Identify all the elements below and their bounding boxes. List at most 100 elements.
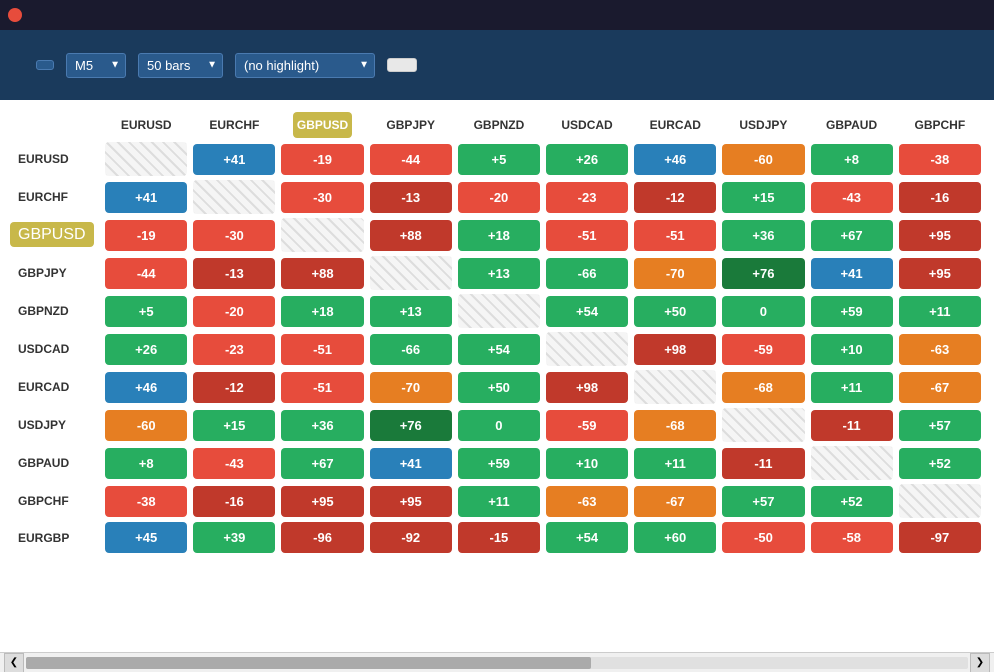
table-row: USDCAD+26-23-51-66+54+98-59+10-63 bbox=[10, 330, 984, 368]
cell-eurcad-gbpchf: -67 bbox=[896, 368, 984, 406]
cell-eurgbp-usdjpy: -50 bbox=[719, 520, 807, 555]
row-header-gbpjpy: GBPJPY bbox=[10, 254, 102, 292]
correlation-table: EURUSDEURCHFGBPUSDGBPJPYGBPNZDUSDCADEURC… bbox=[10, 110, 984, 555]
cell-eurgbp-gbpnzd: -15 bbox=[455, 520, 543, 555]
title-bar-left bbox=[8, 8, 28, 22]
cell-eurgbp-usdcad: +54 bbox=[543, 520, 631, 555]
cell-gbpnzd-gbpnzd bbox=[455, 292, 543, 330]
row-header-usdjpy: USDJPY bbox=[10, 406, 102, 444]
cell-gbpjpy-eurusd: -44 bbox=[102, 254, 190, 292]
cell-gbpusd-usdcad: -51 bbox=[543, 216, 631, 254]
cell-eurcad-usdjpy: -68 bbox=[719, 368, 807, 406]
cell-gbpusd-gbpchf: +95 bbox=[896, 216, 984, 254]
bars-select[interactable]: 50 bars 100 bars 200 bars bbox=[138, 53, 223, 78]
cell-usdcad-gbpchf: -63 bbox=[896, 330, 984, 368]
cell-gbpchf-eurchf: -16 bbox=[190, 482, 278, 520]
cell-eurgbp-eurcad: +60 bbox=[631, 520, 719, 555]
more-button[interactable] bbox=[36, 60, 54, 70]
cell-eurcad-eurusd: +46 bbox=[102, 368, 190, 406]
cell-gbpaud-eurusd: +8 bbox=[102, 444, 190, 482]
cell-usdjpy-eurchf: +15 bbox=[190, 406, 278, 444]
close-button[interactable] bbox=[940, 0, 986, 30]
cell-gbpjpy-gbpchf: +95 bbox=[896, 254, 984, 292]
cell-usdcad-eurchf: -23 bbox=[190, 330, 278, 368]
cell-eurgbp-eurchf: +39 bbox=[190, 520, 278, 555]
cell-gbpaud-gbpchf: +52 bbox=[896, 444, 984, 482]
cell-eurchf-gbpusd: -30 bbox=[278, 178, 366, 216]
cell-usdcad-gbpjpy: -66 bbox=[367, 330, 455, 368]
cell-gbpnzd-usdjpy: 0 bbox=[719, 292, 807, 330]
row-header-eurusd: EURUSD bbox=[10, 140, 102, 178]
cell-eurcad-gbpjpy: -70 bbox=[367, 368, 455, 406]
cell-usdcad-usdcad bbox=[543, 330, 631, 368]
cell-gbpusd-usdjpy: +36 bbox=[719, 216, 807, 254]
timeframe-select-wrapper[interactable]: M5 M1 M15 H1 bbox=[66, 53, 126, 78]
scrollbar-track[interactable] bbox=[26, 657, 968, 669]
cell-gbpusd-gbpaud: +67 bbox=[808, 216, 896, 254]
cell-eurcad-gbpusd: -51 bbox=[278, 368, 366, 406]
cell-gbpusd-eurusd: -19 bbox=[102, 216, 190, 254]
cell-gbpaud-gbpusd: +67 bbox=[278, 444, 366, 482]
cell-eurcad-eurchf: -12 bbox=[190, 368, 278, 406]
cell-eurchf-eurchf bbox=[190, 178, 278, 216]
cell-gbpjpy-gbpjpy bbox=[367, 254, 455, 292]
cell-eurgbp-gbpchf: -97 bbox=[896, 520, 984, 555]
title-bar bbox=[0, 0, 994, 30]
cell-gbpchf-gbpchf bbox=[896, 482, 984, 520]
cell-gbpaud-gbpjpy: +41 bbox=[367, 444, 455, 482]
row-header-eurcad: EURCAD bbox=[10, 368, 102, 406]
cell-gbpchf-eurusd: -38 bbox=[102, 482, 190, 520]
cell-eurchf-eurusd: +41 bbox=[102, 178, 190, 216]
scroll-left-button[interactable]: ❮ bbox=[4, 653, 24, 672]
scrollbar: ❮ ❯ bbox=[0, 652, 994, 672]
cell-gbpaud-eurcad: +11 bbox=[631, 444, 719, 482]
cell-gbpchf-eurcad: -67 bbox=[631, 482, 719, 520]
table-row: EURUSD+41-19-44+5+26+46-60+8-38 bbox=[10, 140, 984, 178]
cell-eurusd-gbpjpy: -44 bbox=[367, 140, 455, 178]
cell-eurchf-usdjpy: +15 bbox=[719, 178, 807, 216]
trade-list-button[interactable] bbox=[387, 58, 417, 72]
col-header-gbpusd: GBPUSD bbox=[278, 110, 366, 140]
maximize-button[interactable] bbox=[892, 0, 938, 30]
row-header-gbpchf: GBPCHF bbox=[10, 482, 102, 520]
table-row: GBPUSD-19-30+88+18-51-51+36+67+95 bbox=[10, 216, 984, 254]
cell-gbpchf-gbpaud: +52 bbox=[808, 482, 896, 520]
cell-usdcad-gbpusd: -51 bbox=[278, 330, 366, 368]
cell-gbpaud-gbpnzd: +59 bbox=[455, 444, 543, 482]
row-header-gbpusd: GBPUSD bbox=[10, 216, 102, 254]
minimize-button[interactable] bbox=[844, 0, 890, 30]
cell-gbpaud-eurchf: -43 bbox=[190, 444, 278, 482]
header: M5 M1 M15 H1 50 bars 100 bars 200 bars (… bbox=[0, 30, 994, 100]
cell-gbpjpy-eurchf: -13 bbox=[190, 254, 278, 292]
scroll-right-button[interactable]: ❯ bbox=[970, 653, 990, 672]
table-row: GBPCHF-38-16+95+95+11-63-67+57+52 bbox=[10, 482, 984, 520]
cell-usdcad-eurusd: +26 bbox=[102, 330, 190, 368]
cell-eurusd-gbpusd: -19 bbox=[278, 140, 366, 178]
app-icon bbox=[8, 8, 22, 22]
table-row: EURCAD+46-12-51-70+50+98-68+11-67 bbox=[10, 368, 984, 406]
cell-usdjpy-eurcad: -68 bbox=[631, 406, 719, 444]
cell-usdjpy-gbpaud: -11 bbox=[808, 406, 896, 444]
cell-gbpaud-gbpaud bbox=[808, 444, 896, 482]
cell-gbpchf-usdcad: -63 bbox=[543, 482, 631, 520]
cell-usdcad-eurcad: +98 bbox=[631, 330, 719, 368]
cell-usdcad-usdjpy: -59 bbox=[719, 330, 807, 368]
cell-gbpchf-gbpnzd: +11 bbox=[455, 482, 543, 520]
cell-gbpjpy-eurcad: -70 bbox=[631, 254, 719, 292]
cell-usdjpy-usdjpy bbox=[719, 406, 807, 444]
cell-eurgbp-gbpjpy: -92 bbox=[367, 520, 455, 555]
highlight-select-wrapper[interactable]: (no highlight) bbox=[235, 53, 375, 78]
cell-eurgbp-gbpusd: -96 bbox=[278, 520, 366, 555]
cell-gbpchf-usdjpy: +57 bbox=[719, 482, 807, 520]
bars-select-wrapper[interactable]: 50 bars 100 bars 200 bars bbox=[138, 53, 223, 78]
cell-usdjpy-eurusd: -60 bbox=[102, 406, 190, 444]
cell-eurusd-usdcad: +26 bbox=[543, 140, 631, 178]
highlight-select[interactable]: (no highlight) bbox=[235, 53, 375, 78]
title-bar-controls bbox=[844, 0, 986, 30]
cell-gbpnzd-gbpchf: +11 bbox=[896, 292, 984, 330]
timeframe-select[interactable]: M5 M1 M15 H1 bbox=[66, 53, 126, 78]
cell-eurusd-usdjpy: -60 bbox=[719, 140, 807, 178]
cell-gbpusd-gbpjpy: +88 bbox=[367, 216, 455, 254]
row-header-gbpaud: GBPAUD bbox=[10, 444, 102, 482]
main-content: EURUSDEURCHFGBPUSDGBPJPYGBPNZDUSDCADEURC… bbox=[0, 100, 994, 672]
